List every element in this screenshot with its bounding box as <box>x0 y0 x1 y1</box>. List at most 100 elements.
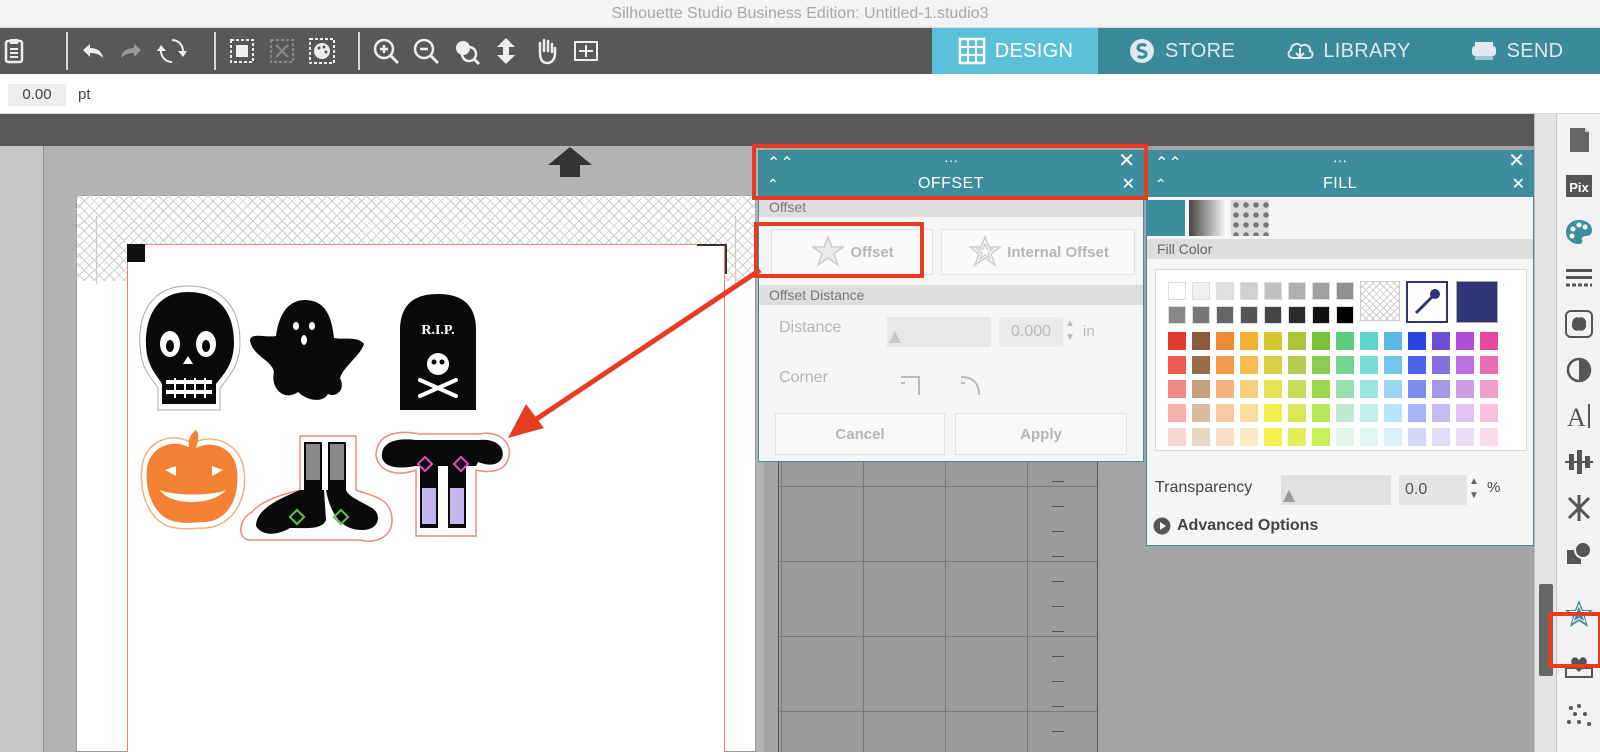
tab-library[interactable]: LIBRARY <box>1264 28 1432 74</box>
image-effects-icon[interactable] <box>1561 306 1597 342</box>
close-panel-icon[interactable]: ✕ <box>1508 151 1525 171</box>
color-swatch[interactable] <box>1360 356 1378 374</box>
color-swatch[interactable] <box>1336 332 1354 350</box>
distance-input[interactable]: 0.000 <box>999 317 1063 347</box>
color-swatch[interactable] <box>1480 356 1498 374</box>
color-swatch[interactable] <box>1456 380 1474 398</box>
color-swatch[interactable] <box>1288 356 1306 374</box>
contrast-icon[interactable] <box>1561 352 1597 388</box>
gradient-fill-tab[interactable] <box>1189 200 1227 236</box>
fill-icon[interactable] <box>1561 214 1597 250</box>
color-swatch[interactable] <box>1336 306 1354 324</box>
color-swatch[interactable] <box>1264 380 1282 398</box>
color-swatch[interactable] <box>1240 332 1258 350</box>
color-swatch[interactable] <box>1408 356 1426 374</box>
color-swatch[interactable] <box>1240 380 1258 398</box>
color-swatch[interactable] <box>1360 404 1378 422</box>
pumpkin-shape[interactable] <box>140 430 246 530</box>
color-swatch[interactable] <box>1432 404 1450 422</box>
color-swatch[interactable] <box>1480 380 1498 398</box>
color-swatch[interactable] <box>1288 306 1306 324</box>
color-swatch[interactable] <box>1336 282 1354 300</box>
panel-drag-handle[interactable]: ··· <box>1147 151 1533 169</box>
color-swatch[interactable] <box>1432 332 1450 350</box>
color-swatch[interactable] <box>1192 428 1210 446</box>
selected-color-swatch[interactable] <box>1456 281 1498 323</box>
close-section-icon[interactable]: ✕ <box>1512 175 1525 195</box>
color-swatch[interactable] <box>1312 428 1330 446</box>
tab-design[interactable]: DESIGN <box>932 28 1098 74</box>
fill-panel-header[interactable]: ⌃⌃ ··· ✕ ⌃ FILL ✕ <box>1147 151 1533 197</box>
solid-fill-tab[interactable] <box>1147 200 1185 236</box>
color-swatch[interactable] <box>1312 282 1330 300</box>
color-swatch[interactable] <box>1336 428 1354 446</box>
color-swatch[interactable] <box>1432 380 1450 398</box>
color-swatch[interactable] <box>1240 428 1258 446</box>
color-swatch[interactable] <box>1408 404 1426 422</box>
color-swatch[interactable] <box>1360 332 1378 350</box>
color-swatch[interactable] <box>1312 380 1330 398</box>
color-swatch[interactable] <box>1480 404 1498 422</box>
corner-sharp-icon[interactable] <box>899 371 923 395</box>
color-swatch[interactable] <box>1216 282 1234 300</box>
color-swatch[interactable] <box>1264 404 1282 422</box>
transparency-slider-knob[interactable] <box>1283 490 1295 502</box>
distance-stepper-icon[interactable]: ▲ ▼ <box>1065 317 1075 345</box>
color-swatch[interactable] <box>1216 428 1234 446</box>
color-swatch[interactable] <box>1168 332 1186 350</box>
color-swatch[interactable] <box>1168 356 1186 374</box>
color-swatch[interactable] <box>1216 356 1234 374</box>
color-swatch[interactable] <box>1192 404 1210 422</box>
tab-send[interactable]: SEND <box>1432 28 1600 74</box>
color-swatch[interactable] <box>1168 380 1186 398</box>
color-swatch[interactable] <box>1360 428 1378 446</box>
color-swatch[interactable] <box>1384 356 1402 374</box>
color-swatch[interactable] <box>1456 356 1474 374</box>
color-swatch[interactable] <box>1288 428 1306 446</box>
color-swatch[interactable] <box>1408 332 1426 350</box>
color-swatch[interactable] <box>1216 306 1234 324</box>
color-swatch[interactable] <box>1336 380 1354 398</box>
color-swatch[interactable] <box>1264 356 1282 374</box>
distance-slider-knob[interactable] <box>889 331 901 343</box>
skull-shape[interactable] <box>139 285 241 411</box>
pixscan-icon[interactable]: Pix <box>1561 168 1597 204</box>
color-swatch[interactable] <box>1216 404 1234 422</box>
color-swatch[interactable] <box>1192 356 1210 374</box>
color-swatch[interactable] <box>1336 356 1354 374</box>
color-swatch[interactable] <box>1264 282 1282 300</box>
align-icon[interactable] <box>1561 444 1597 480</box>
sketch-icon[interactable] <box>1561 698 1597 734</box>
color-swatch[interactable] <box>1360 380 1378 398</box>
replicate-icon[interactable] <box>1561 490 1597 526</box>
color-swatch[interactable] <box>1432 356 1450 374</box>
color-swatch[interactable] <box>1240 282 1258 300</box>
color-swatch[interactable] <box>1408 428 1426 446</box>
color-swatch[interactable] <box>1432 428 1450 446</box>
color-swatch[interactable] <box>1168 428 1186 446</box>
text-icon[interactable]: A <box>1561 398 1597 434</box>
page-setup-icon[interactable] <box>1561 122 1597 158</box>
color-swatch[interactable] <box>1288 332 1306 350</box>
color-swatch[interactable] <box>1312 306 1330 324</box>
color-swatch[interactable] <box>1264 306 1282 324</box>
color-swatch[interactable] <box>1384 404 1402 422</box>
color-swatch[interactable] <box>1288 380 1306 398</box>
color-swatch[interactable] <box>1480 428 1498 446</box>
no-fill-swatch[interactable] <box>1360 281 1400 321</box>
color-swatch[interactable] <box>1168 306 1186 324</box>
color-swatch[interactable] <box>1240 404 1258 422</box>
color-swatch[interactable] <box>1312 332 1330 350</box>
tombstone-shape[interactable]: R.I.P. <box>400 294 476 410</box>
ghost-shape[interactable] <box>250 300 364 400</box>
color-swatch[interactable] <box>1192 380 1210 398</box>
color-swatch[interactable] <box>1456 428 1474 446</box>
color-swatch[interactable] <box>1408 380 1426 398</box>
witch-legs-upside-shape[interactable] <box>375 431 511 537</box>
internal-offset-button[interactable]: Internal Offset <box>941 229 1135 275</box>
color-swatch[interactable] <box>1384 428 1402 446</box>
color-swatch[interactable] <box>1192 306 1210 324</box>
color-swatch[interactable] <box>1168 282 1186 300</box>
color-swatch[interactable] <box>1480 332 1498 350</box>
transparency-slider[interactable] <box>1281 475 1391 505</box>
